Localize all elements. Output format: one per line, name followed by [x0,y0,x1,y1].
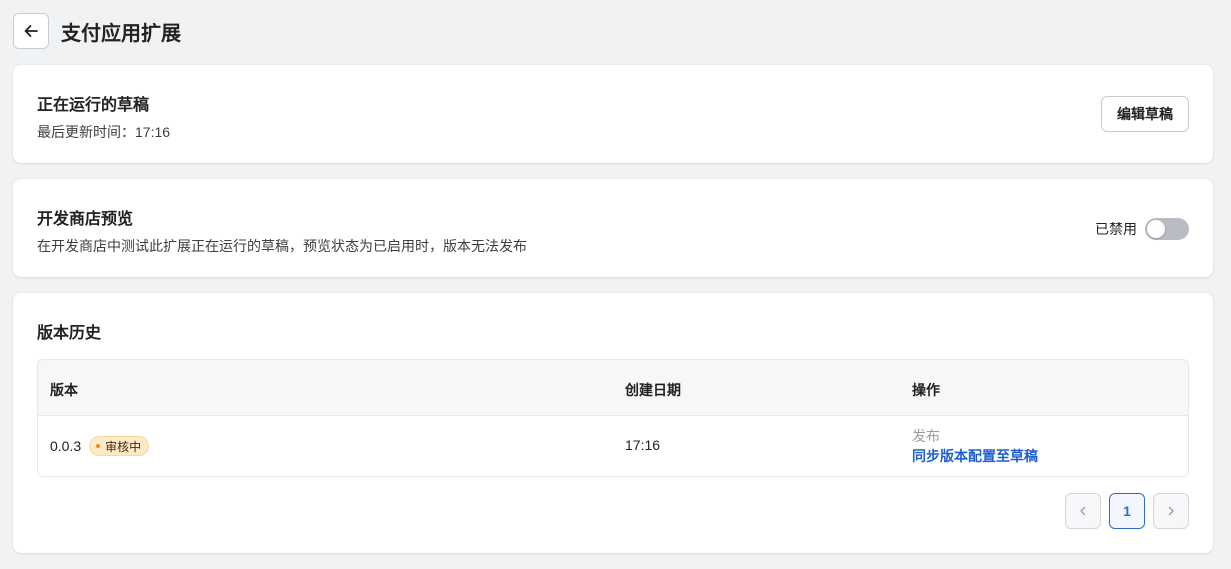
status-badge-label: 审核中 [105,439,142,454]
back-button[interactable] [13,13,49,49]
arrow-left-icon [24,25,38,37]
pagination: 1 [1057,493,1189,529]
version-history-card: 版本历史 版本 创建日期 操作 0.0.3 审核中 17:16 发布 同步版本配… [13,293,1213,553]
preview-card-description: 在开发商店中测试此扩展正在运行的草稿，预览状态为已启用时，版本无法发布 [37,238,527,254]
column-header-version: 版本 [50,382,78,398]
actions-cell: 发布 同步版本配置至草稿 [912,426,1038,466]
toggle-knob [1147,220,1165,238]
column-header-created-date: 创建日期 [625,382,681,398]
history-card-title: 版本历史 [37,325,102,342]
page-title: 支付应用扩展 [61,22,181,45]
next-page-button[interactable] [1153,493,1189,529]
version-number: 0.0.3 [50,438,82,454]
draft-updated-time: 最后更新时间：17:16 [37,124,171,140]
preview-toggle-group: 已禁用 [1095,218,1189,240]
preview-card-title: 开发商店预览 [37,211,134,228]
toggle-status-label: 已禁用 [1095,221,1137,237]
dev-store-preview-card: 开发商店预览 在开发商店中测试此扩展正在运行的草稿，预览状态为已启用时，版本无法… [13,179,1213,277]
previous-page-button[interactable] [1065,493,1101,529]
created-date-cell: 17:16 [625,437,661,453]
version-cell: 0.0.3 审核中 [50,436,150,456]
edit-draft-button[interactable]: 编辑草稿 [1101,96,1189,132]
status-badge: 审核中 [89,436,150,456]
publish-action[interactable]: 发布 [912,426,1038,446]
table-header: 版本 创建日期 操作 [38,360,1188,416]
sync-to-draft-link[interactable]: 同步版本配置至草稿 [912,446,1038,466]
version-table: 版本 创建日期 操作 0.0.3 审核中 17:16 发布 同步版本配置至草稿 [37,359,1189,477]
chevron-right-icon [1168,506,1174,516]
page-number-button[interactable]: 1 [1109,493,1145,529]
table-row: 0.0.3 审核中 17:16 发布 同步版本配置至草稿 [38,416,1188,476]
status-dot-icon [96,444,101,448]
chevron-left-icon [1080,506,1086,516]
column-header-actions: 操作 [912,382,940,398]
running-draft-card: 正在运行的草稿 最后更新时间：17:16 编辑草稿 [13,65,1213,163]
page-header: 支付应用扩展 [13,13,181,49]
draft-card-title: 正在运行的草稿 [37,97,150,114]
preview-toggle-switch[interactable] [1145,218,1189,240]
